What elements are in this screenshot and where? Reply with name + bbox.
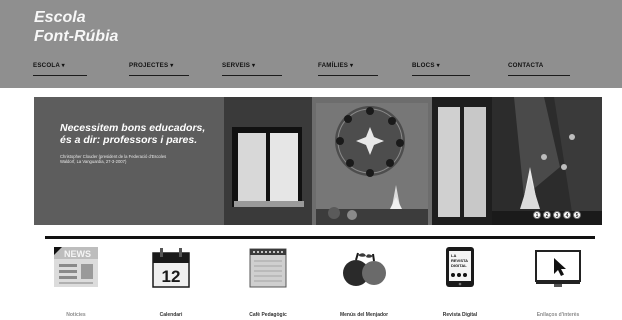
news-icon: NEWS — [54, 247, 98, 287]
slider-dot-4[interactable]: 4 — [563, 211, 571, 219]
hero-slider[interactable]: Necessitem bons educadors, és a dir: pro… — [34, 97, 602, 225]
hero-quote-title: Necessitem bons educadors, és a dir: pro… — [60, 122, 220, 146]
main-nav: ESCOLA ▾ PROJECTES ▾ SERVEIS ▾ FAMÍLIES … — [33, 61, 608, 77]
shortcut-enllacos[interactable]: Enllaços d'interès — [518, 245, 598, 320]
svg-text:12: 12 — [162, 267, 181, 286]
logo-line-1: Escola — [34, 9, 86, 26]
site-logo[interactable]: Escola Font-Rúbia — [34, 8, 154, 46]
apples-icon — [343, 252, 386, 286]
slider-dot-2[interactable]: 2 — [543, 211, 551, 219]
nav-item-families[interactable]: FAMÍLIES ▾ — [318, 61, 378, 76]
svg-text:DIGITAL: DIGITAL — [451, 263, 467, 268]
shortcut-label: Revista Digital — [442, 312, 478, 318]
nav-item-projectes[interactable]: PROJECTES ▾ — [129, 61, 189, 76]
slider-dot-3[interactable]: 3 — [553, 211, 561, 219]
hero-quote-panel: Necessitem bons educadors, és a dir: pro… — [34, 97, 224, 225]
hero-photo — [224, 97, 602, 225]
nav-item-contacta[interactable]: CONTACTA — [508, 61, 570, 76]
nav-label: CONTACTA — [508, 62, 544, 69]
shortcut-cafe-pedagogic[interactable]: Cafè Pedagògic — [228, 245, 308, 320]
shortcut-label: Menús del Menjador — [339, 312, 389, 318]
shortcut-revista-digital[interactable]: LA REVISTA DIGITAL Revista Digital — [420, 245, 500, 320]
slider-dot-1[interactable]: 1 — [533, 211, 541, 219]
shortcut-label: Enllaços d'interès — [536, 312, 580, 318]
nav-item-serveis[interactable]: SERVEIS ▾ — [222, 61, 282, 76]
shortcut-label: Cafè Pedagògic — [249, 312, 287, 318]
nav-label: BLOCS ▾ — [412, 62, 440, 69]
hero-quote-source: Christopher Clouder (president de la Fed… — [60, 154, 220, 165]
shortcut-calendari[interactable]: 12 Calendari — [131, 245, 211, 320]
shortcut-label: Calendari — [159, 312, 183, 318]
calendar-icon: 12 — [152, 248, 190, 288]
notepad-icon — [249, 248, 287, 288]
shortcut-icons: NEWS Notícies 12 Calendari Cafè Pedagògi… — [0, 245, 622, 320]
nav-label: FAMÍLIES ▾ — [318, 62, 354, 69]
quote-source-line: Waldorf, La Vanguardia, 27-3-2007) — [60, 159, 127, 165]
slider-dot-5[interactable]: 5 — [573, 211, 581, 219]
nav-item-escola[interactable]: ESCOLA ▾ — [33, 61, 87, 76]
logo-line-2: Font-Rúbia — [34, 28, 119, 45]
shortcut-label: Notícies — [66, 312, 86, 318]
svg-text:NEWS: NEWS — [64, 249, 91, 259]
nav-item-blocs[interactable]: BLOCS ▾ — [412, 61, 470, 76]
quote-title-line: és a dir: professors i pares. — [60, 134, 198, 146]
shortcut-menus-menjador[interactable]: Menús del Menjador — [324, 245, 404, 320]
nav-label: ESCOLA ▾ — [33, 62, 65, 69]
nav-label: PROJECTES ▾ — [129, 62, 174, 69]
monitor-cursor-icon — [535, 250, 581, 287]
nav-label: SERVEIS ▾ — [222, 62, 256, 69]
tablet-icon: LA REVISTA DIGITAL — [446, 247, 474, 287]
site-header: Escola Font-Rúbia ESCOLA ▾ PROJECTES ▾ S… — [0, 0, 622, 88]
section-divider — [45, 236, 595, 239]
shortcut-noticies[interactable]: NEWS Notícies — [36, 245, 116, 320]
quote-title-line: Necessitem bons educadors, — [60, 122, 206, 134]
